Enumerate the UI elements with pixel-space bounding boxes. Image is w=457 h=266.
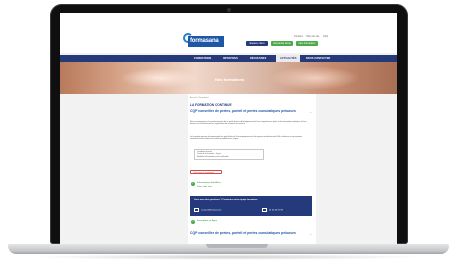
laptop-screen: formasana Contact Plan du site FAQ Espac… <box>60 13 397 244</box>
quote-request-button[interactable]: Demande devis <box>271 41 293 46</box>
cta-email-text: contact@formasana.fr <box>201 209 222 212</box>
step-details-sub: Dates, tarifs, lieux <box>197 186 213 188</box>
camera-icon <box>227 8 231 12</box>
main-nav: FORMATIONS INITIATIVES DÉCOUVREZ ACTUALI… <box>60 55 397 62</box>
info-box: Conditions d'accès Durée de la formation… <box>194 149 264 160</box>
laptop-notch <box>206 244 268 248</box>
detail-text: La formation permet de comprendre les sp… <box>190 136 303 141</box>
contact-cta-panel: Vous avez des questions ? Contactez notr… <box>190 196 312 216</box>
banner-image-highlight <box>120 68 200 88</box>
breadcrumb[interactable]: Accueil > Formations <box>190 97 209 99</box>
section-title: LA FORMATION CONTINUE <box>190 103 232 107</box>
banner-image-highlight-2 <box>270 66 360 90</box>
mail-icon <box>194 208 199 212</box>
banner-title: Nos formations <box>215 77 245 82</box>
top-links: Contact Plan du site FAQ <box>294 35 331 38</box>
step-registration-label: Inscription en ligne <box>197 220 218 222</box>
main-content: Accueil > Formations LA FORMATION CONTIN… <box>188 94 316 244</box>
nav-item-actualites[interactable]: ACTUALITÉS <box>276 55 301 62</box>
course-title-2[interactable]: CQP conseiller de pertes, porteil et per… <box>190 231 302 235</box>
nav-item-decouvrez[interactable]: DÉCOUVREZ <box>250 55 266 62</box>
laptop-base <box>8 244 449 254</box>
trainings-button[interactable]: Nos formations <box>296 41 318 46</box>
laptop-shadow <box>30 254 427 260</box>
check-icon: ✓ <box>191 220 195 224</box>
check-icon: ✓ <box>191 182 195 186</box>
site-header: formasana Contact Plan du site FAQ Espac… <box>60 13 397 53</box>
cta-email[interactable]: contact@formasana.fr <box>194 208 221 212</box>
top-link-contact[interactable]: Contact <box>294 35 303 38</box>
cta-phone-text: 01 23 45 67 89 <box>269 209 283 212</box>
site-logo[interactable]: formasana <box>188 36 224 47</box>
chevron-down-icon[interactable]: ⌄ <box>309 232 312 236</box>
course-title[interactable]: CQP conseiller de pertes, porteil et per… <box>190 109 300 113</box>
client-area-button[interactable]: Espace client <box>246 41 268 46</box>
chevron-down-icon[interactable]: ⌄ <box>309 110 312 114</box>
intro-text: Nous accompagnons les professionnels de … <box>190 121 307 126</box>
download-program-button[interactable]: Télécharger le programme <box>190 170 222 174</box>
info-box-line: Modalités d'évaluation et de certificati… <box>197 155 229 158</box>
nav-item-formations[interactable]: FORMATIONS <box>194 55 211 62</box>
cta-phone[interactable]: 01 23 45 67 89 <box>262 208 283 212</box>
top-link-faq[interactable]: FAQ <box>323 35 328 38</box>
cta-title: Vous avez des questions ? Contactez notr… <box>194 199 258 201</box>
phone-icon <box>262 208 267 212</box>
hero-banner: Nos formations <box>60 62 397 94</box>
nav-item-initiatives[interactable]: INITIATIVES <box>223 55 238 62</box>
nav-item-contact[interactable]: NOUS CONTACTER <box>306 55 330 62</box>
website: formasana Contact Plan du site FAQ Espac… <box>60 13 397 244</box>
step-details-label: Informations détaillées <box>197 182 221 184</box>
top-link-sitemap[interactable]: Plan du site <box>306 35 319 38</box>
